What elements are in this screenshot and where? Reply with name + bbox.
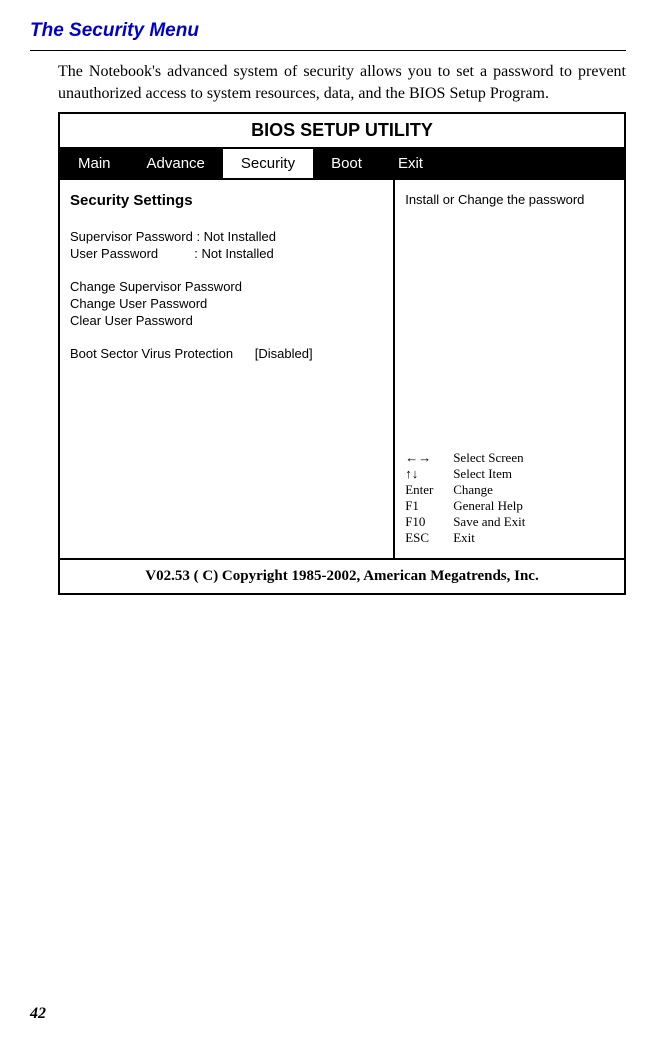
legend-f1: F1 General Help — [405, 498, 614, 514]
select-screen-label: Select Screen — [453, 450, 523, 466]
settings-heading: Security Settings — [70, 192, 383, 209]
menu-boot[interactable]: Boot — [313, 149, 380, 178]
bios-content-area: Security Settings Supervisor Password : … — [60, 180, 624, 560]
boot-sector-row[interactable]: Boot Sector Virus Protection [Disabled] — [70, 346, 383, 361]
exit-label: Exit — [453, 530, 475, 546]
boot-sector-label: Boot Sector Virus Protection — [70, 346, 233, 361]
section-title: The Security Menu — [30, 20, 626, 42]
settings-panel: Security Settings Supervisor Password : … — [60, 180, 395, 558]
general-help-label: General Help — [453, 498, 523, 514]
key-legend: ←→ Select Screen ↑↓ Select Item Enter Ch… — [405, 450, 614, 546]
change-supervisor-item[interactable]: Change Supervisor Password — [70, 279, 383, 294]
legend-f10: F10 Save and Exit — [405, 514, 614, 530]
change-user-item[interactable]: Change User Password — [70, 296, 383, 311]
divider — [30, 50, 626, 51]
enter-key: Enter — [405, 482, 453, 498]
save-exit-label: Save and Exit — [453, 514, 525, 530]
bios-menu-bar: Main Advance Security Boot Exit — [60, 149, 624, 180]
clear-user-item[interactable]: Clear User Password — [70, 313, 383, 328]
help-panel: Install or Change the password ←→ Select… — [395, 180, 624, 558]
intro-paragraph: The Notebook's advanced system of securi… — [58, 61, 626, 104]
bios-screenshot: BIOS SETUP UTILITY Main Advance Security… — [58, 112, 626, 595]
menu-main[interactable]: Main — [60, 149, 129, 178]
copyright-bar: V02.53 ( C) Copyright 1985-2002, America… — [60, 560, 624, 593]
legend-esc: ESC Exit — [405, 530, 614, 546]
supervisor-label: Supervisor Password — [70, 229, 193, 244]
user-password-row: User Password : Not Installed — [70, 246, 383, 261]
f10-key: F10 — [405, 514, 453, 530]
menu-exit[interactable]: Exit — [380, 149, 441, 178]
legend-arrows-lr: ←→ Select Screen — [405, 450, 614, 466]
user-label: User Password — [70, 246, 158, 261]
esc-key: ESC — [405, 530, 453, 546]
arrows-up-down-icon: ↑↓ — [405, 466, 453, 482]
legend-arrows-ud: ↑↓ Select Item — [405, 466, 614, 482]
arrows-left-right-icon: ←→ — [405, 450, 453, 466]
menu-advance[interactable]: Advance — [129, 149, 223, 178]
bios-title: BIOS SETUP UTILITY — [60, 114, 624, 149]
supervisor-password-row: Supervisor Password : Not Installed — [70, 229, 383, 244]
password-status-group: Supervisor Password : Not Installed User… — [70, 229, 383, 261]
password-actions-group: Change Supervisor Password Change User P… — [70, 279, 383, 328]
f1-key: F1 — [405, 498, 453, 514]
legend-enter: Enter Change — [405, 482, 614, 498]
supervisor-value: Not Installed — [204, 229, 276, 244]
page-number: 42 — [30, 1005, 46, 1023]
user-value: Not Installed — [201, 246, 273, 261]
menu-security[interactable]: Security — [223, 149, 313, 178]
change-label: Change — [453, 482, 493, 498]
boot-sector-group: Boot Sector Virus Protection [Disabled] — [70, 346, 383, 361]
help-text: Install or Change the password — [405, 192, 614, 207]
boot-sector-value: [Disabled] — [255, 346, 313, 361]
select-item-label: Select Item — [453, 466, 512, 482]
